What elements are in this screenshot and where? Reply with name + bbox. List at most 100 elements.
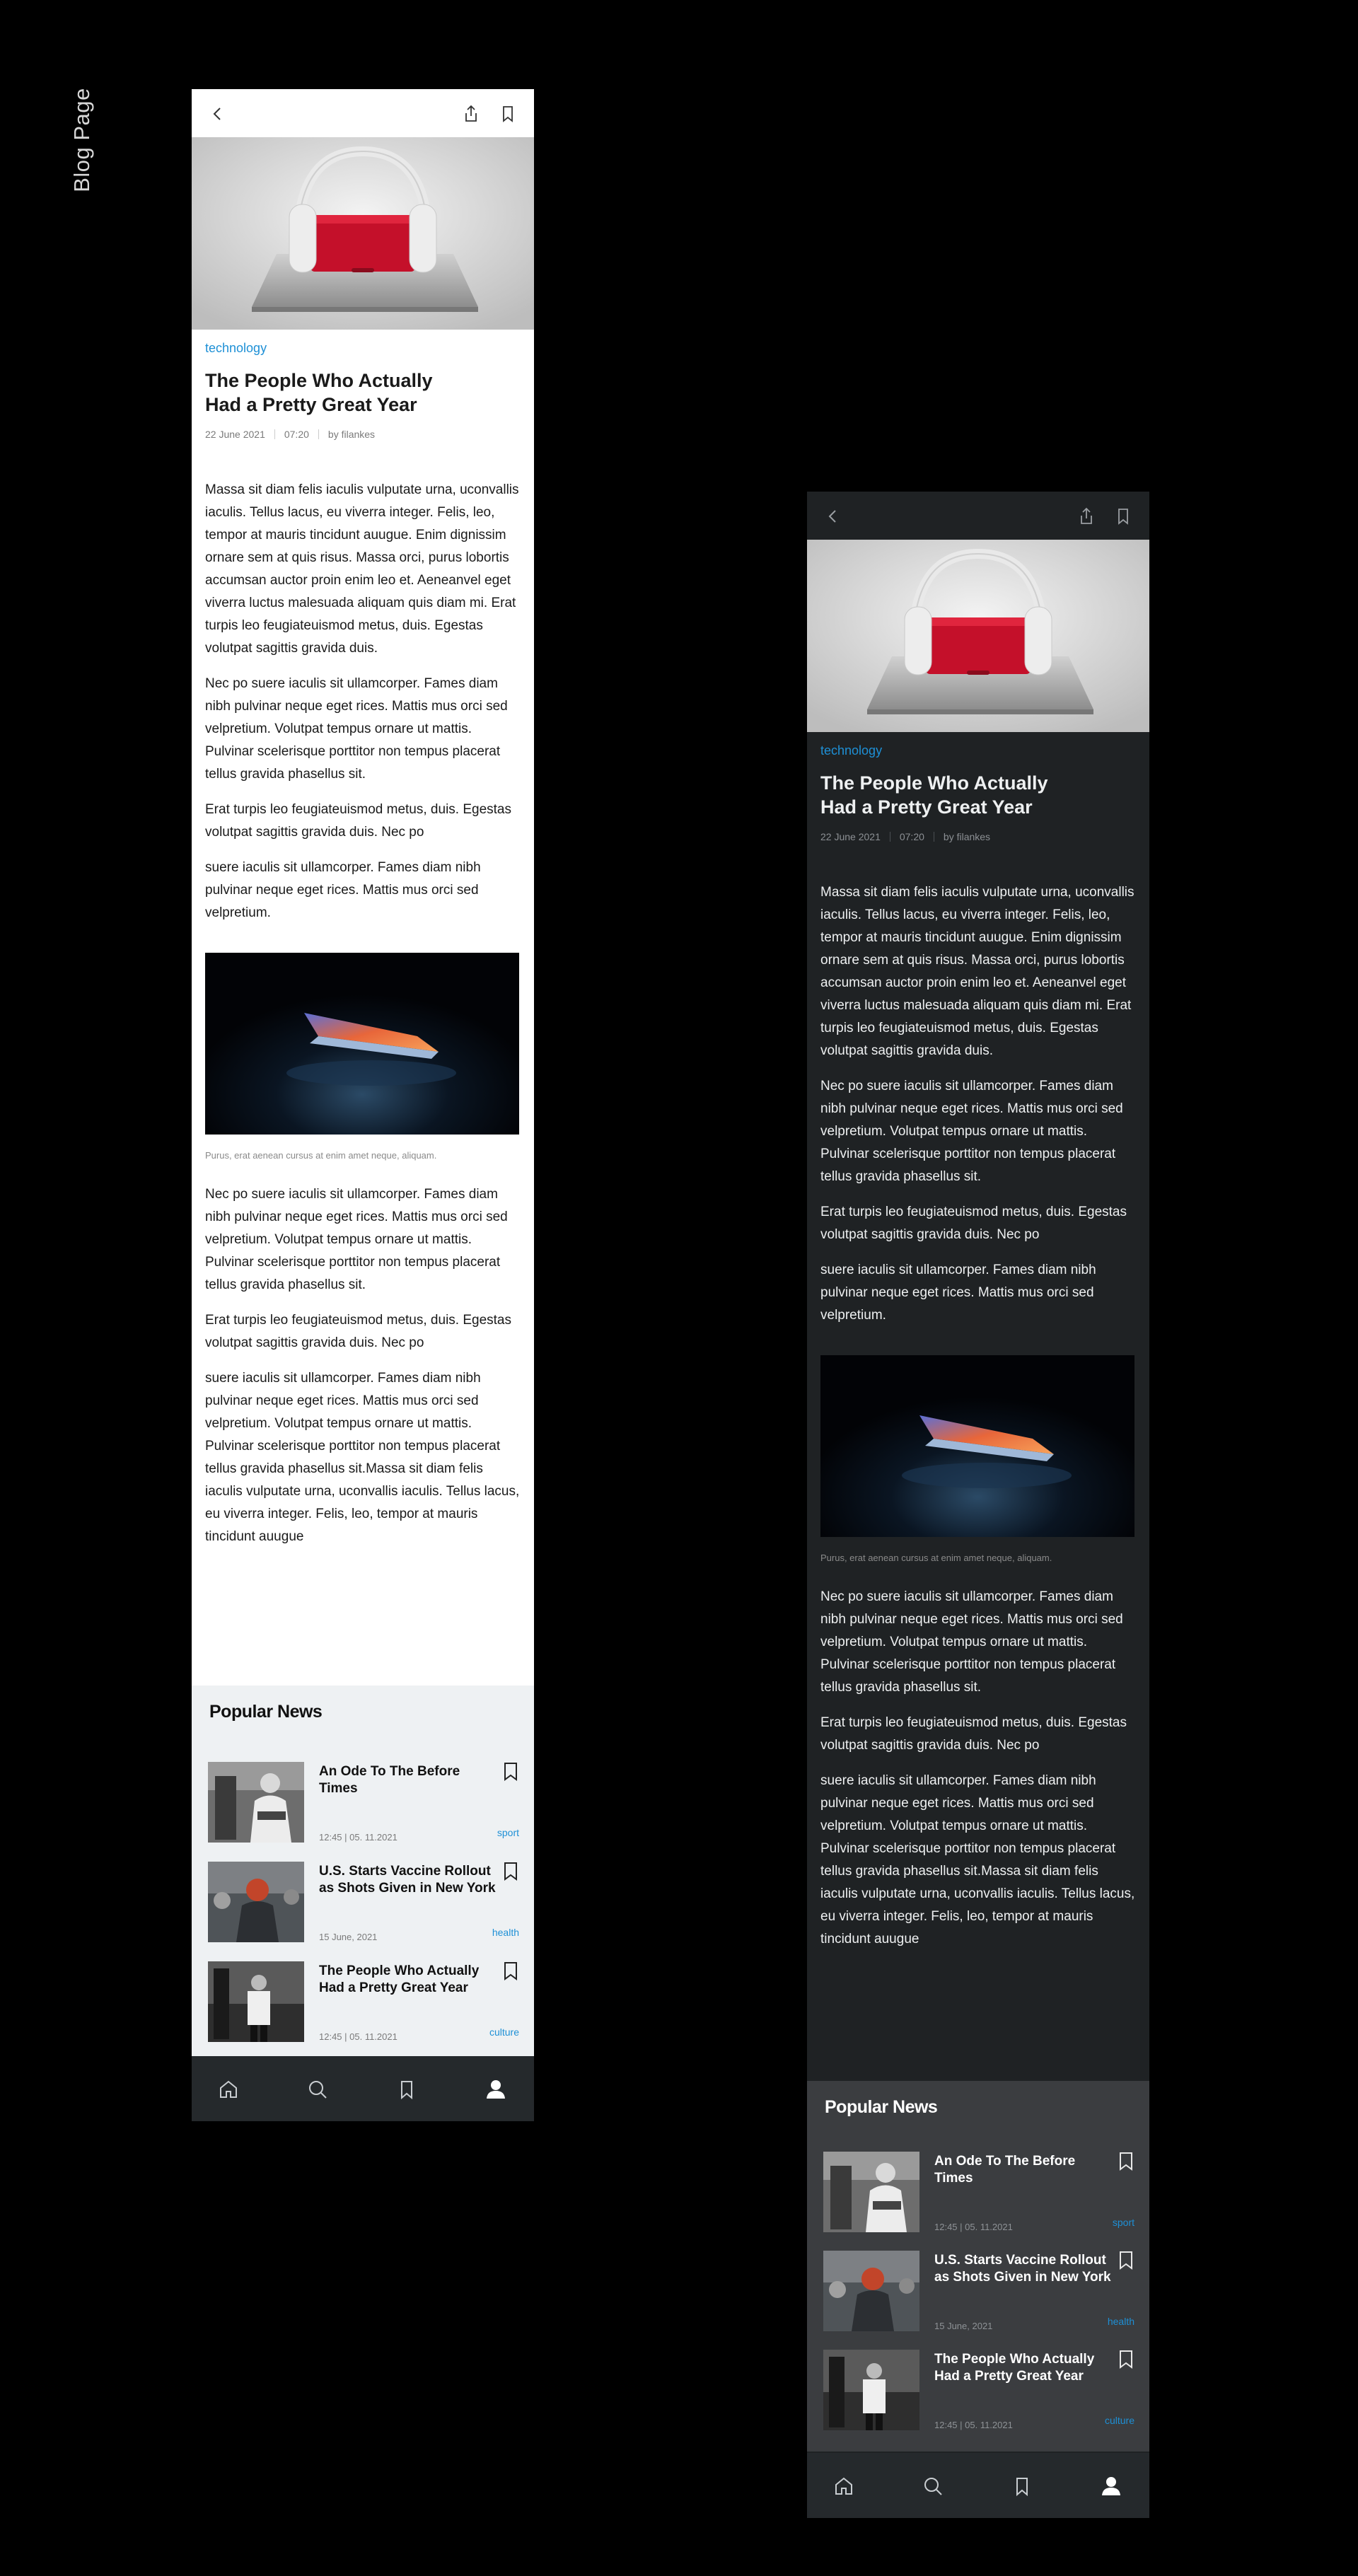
tab-home[interactable] (832, 2475, 855, 2497)
tab-profile[interactable] (1100, 2475, 1122, 2497)
paragraph: Nec po suere iaculis sit ullamcorper. Fa… (820, 1079, 1123, 1184)
paragraph: Nec po suere iaculis sit ullamcorper. Fa… (205, 1187, 508, 1292)
news-item[interactable]: An Ode To The Before Times 12:45 | 05. 1… (208, 1762, 519, 1843)
news-item[interactable]: An Ode To The Before Times 12:45 | 05. 1… (823, 2152, 1134, 2232)
news-bookmark-button[interactable] (1118, 2152, 1134, 2171)
article-title: The People Who Actually Had a Pretty Gre… (205, 370, 433, 415)
article-date: 22 June 2021 (205, 429, 265, 440)
home-icon (835, 2477, 852, 2495)
page-label-text: Blog Page (69, 88, 94, 192)
article: technology The People Who Actually Had a… (192, 341, 534, 1548)
article-author[interactable]: by filankes (328, 429, 375, 440)
bookmark-button[interactable] (1113, 506, 1134, 527)
news-tag[interactable]: sport (497, 1827, 519, 1838)
image-caption: Purus, erat aenean cursus at enim amet n… (820, 1553, 1052, 1563)
news-title: An Ode To The Before Times (934, 2154, 1076, 2186)
back-button[interactable] (207, 103, 228, 124)
chevron-left-icon (213, 108, 221, 120)
paragraph: Erat turpis leo feugiateuismod metus, du… (820, 1205, 1127, 1242)
news-date: 12:45 | 05. 11.2021 (319, 2031, 397, 2042)
article-image (205, 953, 519, 1135)
bookmark-icon (1120, 2251, 1132, 2270)
bookmark-icon (401, 2081, 412, 2100)
phone-dark: technology The People Who Actually Had a… (807, 492, 1149, 2518)
share-button[interactable] (1076, 506, 1097, 527)
bookmark-icon (504, 1962, 517, 1980)
tab-search[interactable] (922, 2475, 944, 2497)
divider (274, 429, 275, 439)
news-item[interactable]: The People Who Actually Had a Pretty Gre… (208, 1961, 519, 2042)
news-thumbnail (823, 2350, 919, 2430)
bookmark-icon (504, 1862, 517, 1881)
tab-bookmarks[interactable] (395, 2078, 418, 2101)
news-tag[interactable]: health (1108, 2316, 1134, 2327)
news-tag[interactable]: culture (489, 2026, 519, 2038)
tab-profile[interactable] (484, 2078, 507, 2101)
news-bookmark-button[interactable] (502, 1862, 519, 1881)
news-thumbnail (208, 1862, 304, 1942)
bookmark-button[interactable] (497, 103, 518, 124)
popular-news-section: Popular News An Ode To The Before Times … (807, 2081, 1149, 2452)
paragraph: Erat turpis leo feugiateuismod metus, du… (205, 802, 512, 840)
news-item[interactable]: U.S. Starts Vaccine Rollout as Shots Giv… (208, 1862, 519, 1942)
search-icon (309, 2081, 327, 2099)
paragraph: suere iaculis sit ullamcorper. Fames dia… (820, 1263, 1096, 1323)
news-tag[interactable]: sport (1113, 2217, 1134, 2228)
top-nav (192, 89, 534, 137)
popular-news-heading: Popular News (209, 1702, 323, 1722)
news-thumbnail (823, 2152, 919, 2232)
popular-news-section: Popular News An Ode To The Before Times … (192, 1686, 534, 2056)
paragraph: Massa sit diam felis iaculis vulputate u… (205, 482, 519, 656)
back-button[interactable] (823, 506, 844, 527)
tab-home[interactable] (217, 2078, 240, 2101)
news-title: U.S. Starts Vaccine Rollout as Shots Giv… (319, 1864, 496, 1896)
hero-image (192, 137, 534, 330)
news-thumbnail (208, 1762, 304, 1843)
news-thumbnail (208, 1961, 304, 2042)
top-nav (807, 492, 1149, 540)
page-label: Blog Page (61, 85, 103, 198)
news-item[interactable]: The People Who Actually Had a Pretty Gre… (823, 2350, 1134, 2430)
share-icon (465, 105, 477, 122)
article-author[interactable]: by filankes (944, 831, 990, 842)
paragraph: suere iaculis sit ullamcorper. Fames dia… (205, 860, 481, 920)
news-tag[interactable]: health (492, 1927, 519, 1938)
paragraph: Nec po suere iaculis sit ullamcorper. Fa… (205, 676, 508, 782)
news-bookmark-button[interactable] (502, 1762, 519, 1782)
news-item[interactable]: U.S. Starts Vaccine Rollout as Shots Giv… (823, 2251, 1134, 2331)
article-meta: 22 June 2021 07:20 by filankes (205, 429, 521, 440)
tab-bar (807, 2453, 1149, 2518)
paragraph: suere iaculis sit ullamcorper. Fames dia… (205, 1371, 520, 1544)
news-bookmark-button[interactable] (502, 1961, 519, 1981)
tab-search[interactable] (306, 2078, 329, 2101)
news-tag[interactable]: culture (1105, 2415, 1134, 2426)
user-icon (1102, 2477, 1120, 2495)
news-date: 15 June, 2021 (934, 2321, 993, 2331)
bookmark-icon (1118, 509, 1128, 525)
news-bookmark-button[interactable] (1118, 2350, 1134, 2369)
popular-news-heading: Popular News (825, 2097, 938, 2117)
article: technology The People Who Actually Had a… (807, 743, 1149, 1951)
hero-image (807, 540, 1149, 732)
tab-bar (192, 2056, 534, 2121)
search-icon (924, 2478, 942, 2495)
article-image (820, 1355, 1134, 1537)
news-title: U.S. Starts Vaccine Rollout as Shots Giv… (934, 2253, 1111, 2285)
category-link[interactable]: technology (205, 341, 521, 356)
tab-bookmarks[interactable] (1011, 2475, 1033, 2497)
share-icon (1081, 507, 1092, 524)
news-bookmark-button[interactable] (1118, 2251, 1134, 2270)
paragraph: suere iaculis sit ullamcorper. Fames dia… (820, 1773, 1135, 1946)
bookmark-icon (1016, 2478, 1028, 2497)
article-time: 07:20 (899, 831, 924, 842)
share-button[interactable] (460, 103, 482, 124)
article-date: 22 June 2021 (820, 831, 881, 842)
article-time: 07:20 (284, 429, 309, 440)
bookmark-icon (1120, 2152, 1132, 2171)
image-caption: Purus, erat aenean cursus at enim amet n… (205, 1150, 437, 1161)
article-meta: 22 June 2021 07:20 by filankes (820, 831, 1136, 842)
bookmark-icon (504, 1763, 517, 1781)
divider (318, 429, 319, 439)
category-link[interactable]: technology (820, 743, 1136, 758)
phone-light: technology The People Who Actually Had a… (192, 89, 534, 2121)
